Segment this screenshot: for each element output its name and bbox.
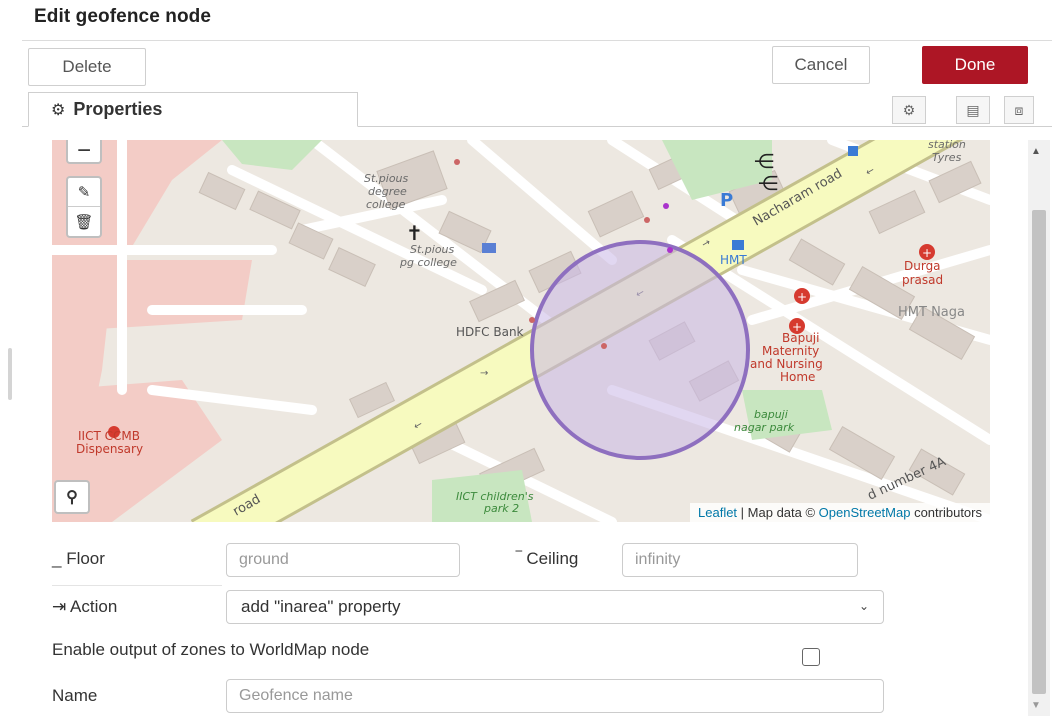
name-input[interactable]: Geofence name <box>226 679 884 713</box>
delete-button[interactable]: Delete <box>28 48 146 86</box>
svg-text:+: + <box>922 246 932 260</box>
map-label-hmt: HMT <box>720 253 747 267</box>
action-label: ⇥ Action <box>52 597 118 616</box>
dialog-title: Edit geofence node <box>34 6 212 27</box>
gear-icon: ⚙ <box>51 101 66 119</box>
zoom-out-button[interactable]: − <box>66 140 102 164</box>
worldmap-checkbox[interactable] <box>802 648 820 666</box>
edit-dialog-tray: Edit geofence node Delete Cancel Done ⚙ … <box>0 0 1052 716</box>
svg-text:P: P <box>720 190 733 211</box>
map-label-hdfc: HDFC Bank <box>456 325 524 339</box>
map-label-iict-ccmb: IICT CCMB Dispensary <box>76 429 144 456</box>
tab-properties-label: Properties <box>73 99 163 119</box>
trash-icon[interactable]: 🗑 <box>68 207 100 236</box>
settings-tab-gear-icon[interactable]: ⚙ <box>892 96 926 124</box>
done-button[interactable]: Done <box>922 46 1028 84</box>
svg-text:⋲: ⋲ <box>758 171 778 195</box>
description-tab-icon[interactable]: ▤ <box>956 96 990 124</box>
cancel-button[interactable]: Cancel <box>772 46 870 84</box>
map-label-durga: Durga prasad <box>902 259 944 287</box>
map-label-hmt-naga: HMT Naga <box>898 305 965 320</box>
svg-text:→: → <box>480 368 488 379</box>
name-label: Name <box>52 686 98 705</box>
ceiling-label: ‾ Ceiling <box>516 549 579 568</box>
map-label-st-pious-degree: St.pious degree college <box>364 172 412 211</box>
floor-divider <box>52 585 222 586</box>
leaflet-link[interactable]: Leaflet <box>698 505 737 520</box>
draw-toolbar: ✎ 🗑 <box>66 176 102 238</box>
action-select[interactable]: add "inarea" property ⌄ <box>226 590 884 624</box>
scroll-up-arrow-icon[interactable]: ▲ <box>1031 146 1041 157</box>
scroll-down-arrow-icon[interactable]: ▼ <box>1031 700 1041 711</box>
resize-handle[interactable] <box>8 348 12 400</box>
geofence-map[interactable]: → ← ← → ← + + + ⋲ ⋲ P ✝ <box>52 140 990 522</box>
ceiling-input[interactable]: infinity <box>622 543 858 577</box>
svg-text:⋲: ⋲ <box>754 149 774 173</box>
sign-in-icon: ⇥ <box>52 597 67 616</box>
floor-input[interactable]: ground <box>226 543 460 577</box>
svg-text:✝: ✝ <box>406 221 423 245</box>
map-attribution: Leaflet | Map data © OpenStreetMap contr… <box>690 503 990 522</box>
osm-link[interactable]: OpenStreetMap <box>819 505 911 520</box>
resize-strip[interactable] <box>0 0 22 716</box>
action-select-value: add "inarea" property <box>241 597 401 616</box>
floor-label: _ Floor <box>52 549 105 568</box>
worldmap-label: Enable output of zones to WorldMap node <box>52 640 370 659</box>
appearance-tab-icon[interactable]: ⧈ <box>1004 96 1034 124</box>
svg-text:+: + <box>797 290 807 304</box>
chevron-down-icon: ⌄ <box>858 599 869 613</box>
floor-icon: _ <box>52 549 67 568</box>
map-tiles: → ← ← → ← + + + ⋲ ⋲ P ✝ <box>52 140 990 522</box>
scrollbar-thumb[interactable] <box>1032 210 1046 694</box>
tab-properties[interactable]: ⚙ Properties <box>28 92 358 127</box>
search-icon[interactable]: ⚲ <box>54 480 90 514</box>
header-divider <box>22 40 1052 41</box>
edit-icon[interactable]: ✎ <box>68 178 100 208</box>
ceiling-icon: ‾ <box>516 549 527 568</box>
